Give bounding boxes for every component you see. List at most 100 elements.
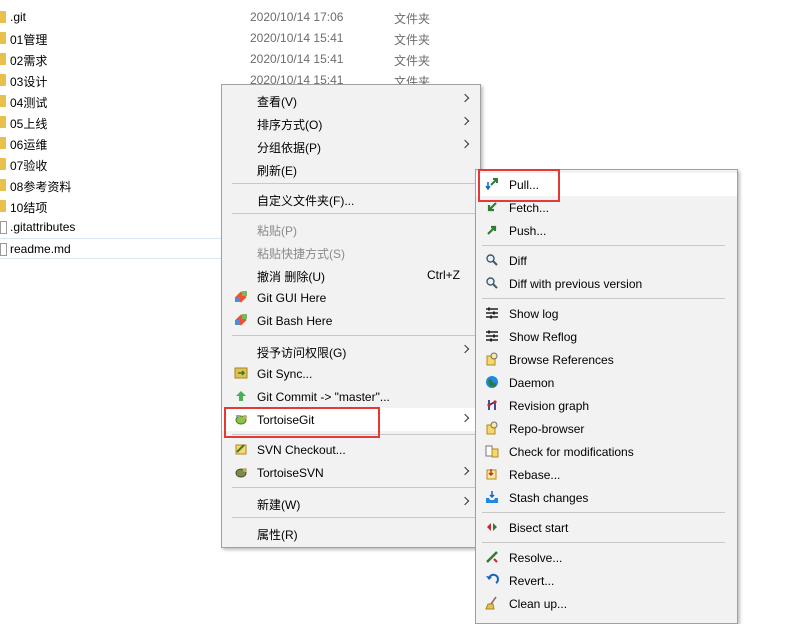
menu-separator [482,298,725,299]
menu-item-label: Push... [509,224,547,238]
menu-item-git-commit-master[interactable]: Git Commit -> "master"... [222,385,480,408]
menu-item-label: 排序方式(O) [257,118,323,132]
menu-item-label: 新建(W) [257,498,301,512]
menu-item-label: Check for modifications [509,445,634,459]
menu-item-git-gui-here[interactable]: Git GUI Here [222,286,480,309]
git-menu-item-stash-changes[interactable]: Stash changes [476,486,737,509]
git-menu-item-clean-up[interactable]: Clean up... [476,592,737,615]
revision-graph-icon [485,398,499,412]
menu-item-自定义文件夹-f[interactable]: 自定义文件夹(F)... [222,187,480,210]
menu-item-刷新-e[interactable]: 刷新(E) [222,157,480,180]
menu-item-label: Fetch... [509,201,550,215]
diff-icon [485,253,499,267]
git-menu-item-show-log[interactable]: Show log [476,302,737,325]
chevron-right-icon [460,93,470,103]
file-name: 01管理 [10,33,48,47]
git-menu-item-diff-with-previous-version[interactable]: Diff with previous version [476,272,737,295]
git-menu-item-push[interactable]: Push... [476,219,737,242]
git-menu-item-repo-browser[interactable]: Repo-browser [476,417,737,440]
stash-icon [485,490,499,504]
menu-item-新建-w[interactable]: 新建(W) [222,491,480,514]
file-row[interactable]: 02需求 2020/10/14 15:41 文件夹 [0,49,480,70]
menu-item-label: 撤消 删除(U) [257,270,325,284]
file-name: .git [10,10,27,24]
cleanup-icon [485,596,499,610]
resolve-icon [485,550,499,564]
git-menu-item-show-reflog[interactable]: Show Reflog [476,325,737,348]
git-menu-item-browse-references[interactable]: Browse References [476,348,737,371]
file-name: .gitattributes [10,220,76,234]
menu-item-label: Show Reflog [509,330,578,344]
git-bash-icon [234,313,248,327]
menu-item-属性-r[interactable]: 属性(R) [222,521,480,544]
menu-item-label: TortoiseSVN [257,466,324,480]
file-name: 07验收 [10,159,48,173]
chevron-right-icon [460,116,470,126]
file-date: 2020/10/14 15:41 [250,31,344,45]
file-name: 04测试 [10,96,48,110]
git-menu-item-bisect-start[interactable]: Bisect start [476,516,737,539]
menu-separator [232,183,480,184]
menu-item-svn-checkout[interactable]: SVN Checkout... [222,438,480,461]
menu-item-tortoisesvn[interactable]: TortoiseSVN [222,461,480,484]
git-menu-item-daemon[interactable]: Daemon [476,371,737,394]
menu-item-授予访问权限-g[interactable]: 授予访问权限(G) [222,339,480,362]
folder-icon [0,200,6,212]
menu-item-label: Rebase... [509,468,561,482]
menu-separator [232,517,480,518]
folder-icon [0,116,6,128]
svn-checkout-icon [234,442,248,456]
show-log-icon [485,306,499,320]
chevron-right-icon [460,344,470,354]
repo-browser-icon [485,421,499,435]
folder-icon [0,74,6,86]
git-menu-item-revision-graph[interactable]: Revision graph [476,394,737,417]
git-menu-item-revert[interactable]: Revert... [476,569,737,592]
file-name: 10结项 [10,201,48,215]
menu-item-label: Daemon [509,376,555,390]
menu-item-label: Repo-browser [509,422,585,436]
menu-item-label: 自定义文件夹(F)... [257,194,355,208]
menu-separator [482,542,725,543]
folder-icon [0,32,6,44]
file-row[interactable]: 01管理 2020/10/14 15:41 文件夹 [0,28,480,49]
folder-icon [0,179,6,191]
diff-previous-icon [485,276,499,290]
bisect-icon [485,520,499,534]
menu-item-label: 粘贴(P) [257,224,297,238]
file-name: 03设计 [10,75,48,89]
menu-item-撤消-删除-u[interactable]: 撤消 删除(U) Ctrl+Z [222,263,480,286]
file-name: 02需求 [10,54,48,68]
git-menu-item-check-for-modifications[interactable]: Check for modifications [476,440,737,463]
menu-item-label: Clean up... [509,597,568,611]
menu-item-label: 查看(V) [257,95,297,109]
git-menu-item-rebase[interactable]: Rebase... [476,463,737,486]
file-name: 06运维 [10,138,48,152]
check-modifications-icon [485,444,499,458]
folder-icon [0,11,6,23]
git-menu-item-resolve[interactable]: Resolve... [476,546,737,569]
menu-item-label: Browse References [509,353,614,367]
menu-item-git-bash-here[interactable]: Git Bash Here [222,309,480,332]
menu-item-label: Diff with previous version [509,277,643,291]
menu-item-label: Show log [509,307,559,321]
menu-separator [482,245,725,246]
menu-item-label: Git Commit -> "master"... [257,390,390,404]
file-icon [0,221,7,234]
menu-item-粘贴-p: 粘贴(P) [222,217,480,240]
file-type: 文件夹 [394,33,431,47]
menu-item-git-sync[interactable]: Git Sync... [222,362,480,385]
browse-references-icon [485,352,499,366]
menu-item-label: Bisect start [509,521,569,535]
file-row[interactable]: .git 2020/10/14 17:06 文件夹 [0,7,480,28]
folder-icon [0,158,6,170]
menu-item-排序方式-o[interactable]: 排序方式(O) [222,111,480,134]
menu-item-label: Resolve... [509,551,563,565]
git-menu-item-diff[interactable]: Diff [476,249,737,272]
pull-highlight [478,169,560,202]
menu-item-分组依据-p[interactable]: 分组依据(P) [222,134,480,157]
folder-icon [0,53,6,65]
folder-icon [0,95,6,107]
menu-item-查看-v[interactable]: 查看(V) [222,88,480,111]
fetch-icon [485,200,499,214]
